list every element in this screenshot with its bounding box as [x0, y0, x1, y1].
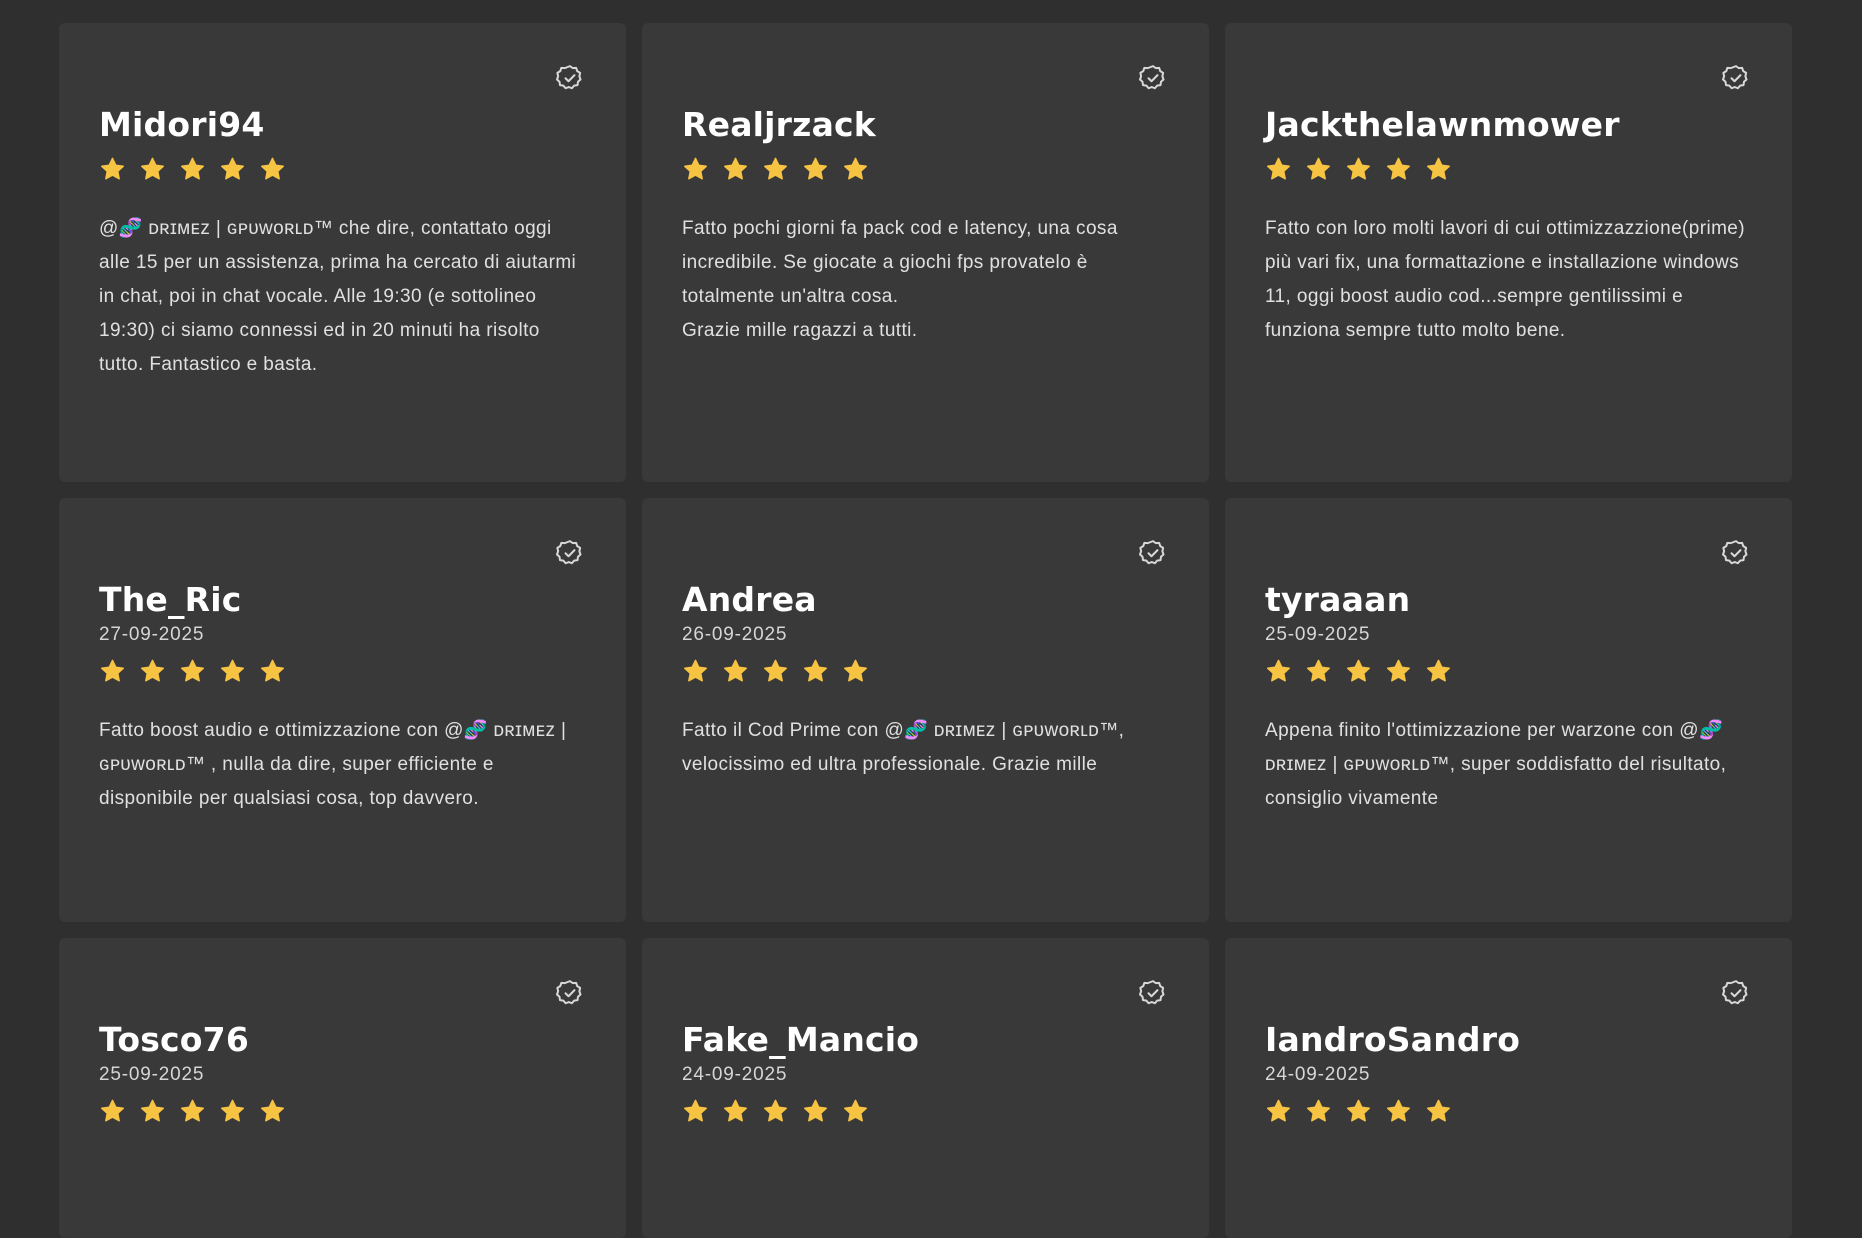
- star-icon: [722, 658, 749, 686]
- star-icon: [139, 1098, 166, 1126]
- review-date: 24-09-2025: [682, 1064, 788, 1085]
- reviewer-name: Andrea: [682, 580, 817, 619]
- star-rating: [99, 156, 586, 184]
- verified-badge-icon: [555, 978, 585, 1008]
- star-icon: [1345, 156, 1372, 184]
- star-rating: [99, 1098, 586, 1126]
- review-text: Appena finito l'ottimizzazione per warzo…: [1265, 720, 1727, 809]
- star-icon: [762, 156, 789, 184]
- reviewer-name: Jackthelawnmower: [1265, 105, 1620, 144]
- verified-badge-icon: [1138, 63, 1168, 93]
- star-icon: [1265, 156, 1292, 184]
- star-icon: [802, 1098, 829, 1126]
- review-text: Fatto pochi giorni fa pack cod e latency…: [682, 218, 1118, 341]
- star-icon: [1305, 1098, 1332, 1126]
- star-icon: [179, 156, 206, 184]
- review-date: 26-09-2025: [682, 624, 788, 645]
- star-icon: [1345, 658, 1372, 686]
- review-card: Fake_Mancio 24-09-2025: [642, 938, 1209, 1238]
- reviewer-name: Realjrzack: [682, 105, 876, 144]
- star-icon: [1385, 1098, 1412, 1126]
- verified-badge-icon: [1138, 538, 1168, 568]
- review-card: IandroSandro 24-09-2025: [1225, 938, 1792, 1238]
- star-rating: [682, 1098, 1169, 1126]
- star-rating: [1265, 658, 1752, 686]
- star-icon: [842, 658, 869, 686]
- verified-badge-icon: [1721, 538, 1751, 568]
- reviewer-name: Midori94: [99, 105, 265, 144]
- review-text: @🧬 ᴅʀɪᴍᴇᴢ | ɢᴘᴜᴡᴏʀʟᴅ™ che dire, contatta…: [99, 218, 577, 375]
- verified-badge-icon: [555, 538, 585, 568]
- star-icon: [1425, 658, 1452, 686]
- star-icon: [842, 1098, 869, 1126]
- review-card: Jackthelawnmower Fatto con loro molti lav…: [1225, 23, 1792, 482]
- star-icon: [179, 1098, 206, 1126]
- star-icon: [722, 156, 749, 184]
- review-text: Fatto il Cod Prime con @🧬 ᴅʀɪᴍᴇᴢ | ɢᴘᴜᴡᴏ…: [682, 720, 1125, 775]
- star-icon: [139, 658, 166, 686]
- review-card: Tosco76 25-09-2025: [59, 938, 626, 1238]
- star-icon: [682, 156, 709, 184]
- star-icon: [802, 658, 829, 686]
- review-card: Midori94 @🧬 ᴅʀɪᴍᴇᴢ | ɢᴘᴜᴡᴏʀʟᴅ™ che dire, …: [59, 23, 626, 482]
- star-rating: [1265, 1098, 1752, 1126]
- star-icon: [842, 156, 869, 184]
- star-icon: [1265, 1098, 1292, 1126]
- star-icon: [1425, 1098, 1452, 1126]
- reviewer-name: The_Ric: [99, 580, 242, 619]
- star-icon: [259, 658, 286, 686]
- reviewer-name: Fake_Mancio: [682, 1020, 920, 1059]
- star-icon: [259, 156, 286, 184]
- verified-badge-icon: [1721, 63, 1751, 93]
- star-icon: [1305, 156, 1332, 184]
- review-card: Realjrzack Fatto pochi giorni fa pack cod…: [642, 23, 1209, 482]
- star-rating: [1265, 156, 1752, 184]
- star-icon: [722, 1098, 749, 1126]
- star-icon: [99, 156, 126, 184]
- star-icon: [219, 156, 246, 184]
- star-icon: [802, 156, 829, 184]
- reviews-grid: Midori94 @🧬 ᴅʀɪᴍᴇᴢ | ɢᴘᴜᴡᴏʀʟᴅ™ che dire, …: [59, 23, 1792, 1238]
- star-icon: [99, 658, 126, 686]
- star-icon: [762, 1098, 789, 1126]
- star-icon: [139, 156, 166, 184]
- star-icon: [682, 658, 709, 686]
- verified-badge-icon: [1138, 978, 1168, 1008]
- verified-badge-icon: [555, 63, 585, 93]
- reviewer-name: Tosco76: [99, 1020, 249, 1059]
- star-icon: [682, 1098, 709, 1126]
- review-card: tyraaan 25-09-2025 Appena finito l'ottimiz…: [1225, 498, 1792, 922]
- review-card: The_Ric 27-09-2025 Fatto boost audio e ott…: [59, 498, 626, 922]
- star-icon: [219, 1098, 246, 1126]
- review-date: 25-09-2025: [1265, 624, 1371, 645]
- review-text: Fatto boost audio e ottimizzazione con @…: [99, 720, 567, 809]
- star-icon: [1425, 156, 1452, 184]
- review-text: Fatto con loro molti lavori di cui ottim…: [1265, 218, 1746, 341]
- star-icon: [179, 658, 206, 686]
- star-icon: [99, 1098, 126, 1126]
- star-icon: [219, 658, 246, 686]
- review-date: 27-09-2025: [99, 624, 205, 645]
- star-icon: [1385, 658, 1412, 686]
- star-icon: [762, 658, 789, 686]
- star-icon: [1345, 1098, 1372, 1126]
- star-icon: [1265, 658, 1292, 686]
- star-rating: [682, 156, 1169, 184]
- star-rating: [99, 658, 586, 686]
- review-date: 25-09-2025: [99, 1064, 205, 1085]
- reviewer-name: tyraaan: [1265, 580, 1411, 619]
- verified-badge-icon: [1721, 978, 1751, 1008]
- reviewer-name: IandroSandro: [1265, 1020, 1521, 1059]
- review-card: Andrea 26-09-2025 Fatto il Cod Prime con @…: [642, 498, 1209, 922]
- star-icon: [1305, 658, 1332, 686]
- star-icon: [1385, 156, 1412, 184]
- star-icon: [259, 1098, 286, 1126]
- star-rating: [682, 658, 1169, 686]
- review-date: 24-09-2025: [1265, 1064, 1371, 1085]
